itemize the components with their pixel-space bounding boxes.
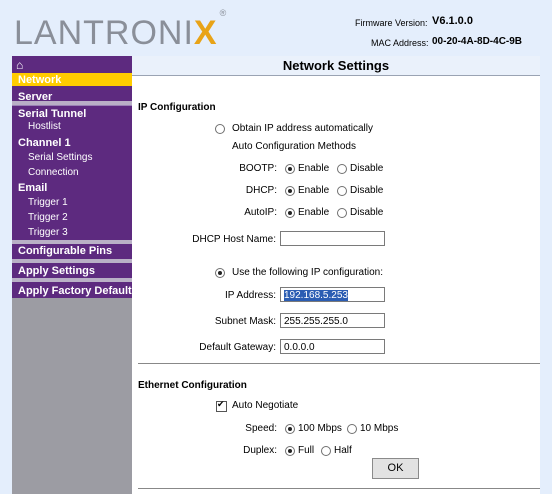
nav-item-server[interactable]: Server (18, 91, 52, 103)
nav-item-trigger3[interactable]: Trigger 3 (28, 227, 68, 239)
lantronix-logo: LANTRONIX® (14, 8, 227, 53)
mac-label: MAC Address: (371, 38, 429, 48)
nav-item-hostlist[interactable]: Hostlist (28, 121, 61, 133)
autoip-enable-radio[interactable] (285, 208, 295, 218)
main-panel: Network Settings IP Configuration Obtain… (132, 56, 540, 494)
bootp-disable-radio[interactable] (337, 164, 347, 174)
nav-item-serial-tunnel[interactable]: Serial Tunnel (18, 108, 86, 120)
bootp-disable-label: Disable (350, 163, 384, 174)
obtain-auto-radio[interactable] (215, 124, 225, 134)
logo-x: X (193, 14, 218, 52)
auto-negotiate-checkbox[interactable] (216, 399, 227, 412)
ethernet-section-heading: Ethernet Configuration (138, 380, 247, 391)
registered-mark: ® (219, 7, 228, 18)
nav-item-email[interactable]: Email (18, 182, 47, 194)
ip-section-heading: IP Configuration (138, 102, 216, 113)
speed-label: Speed: (245, 423, 277, 434)
home-icon[interactable]: ⌂ (16, 58, 23, 72)
dhcp-disable-label: Disable (350, 185, 384, 196)
nav-item-channel1[interactable]: Channel 1 (18, 137, 71, 149)
nav-item-connection[interactable]: Connection (28, 167, 79, 179)
speed-10-label: 10 Mbps (360, 423, 399, 434)
nav-item-configurable-pins[interactable]: Configurable Pins (18, 245, 112, 257)
header: LANTRONIX® Firmware Version: V6.1.0.0 MA… (0, 0, 552, 56)
auto-methods-label: Auto Configuration Methods (232, 141, 356, 152)
nav-item-trigger1[interactable]: Trigger 1 (28, 197, 68, 209)
duplex-label: Duplex: (243, 445, 277, 456)
autoip-enable-label: Enable (298, 207, 330, 218)
bootp-enable-label: Enable (298, 163, 330, 174)
auto-negotiate-label: Auto Negotiate (232, 400, 299, 411)
autoip-disable-label: Disable (350, 207, 384, 218)
duplex-half-radio[interactable] (321, 446, 331, 456)
autoip-disable-radio[interactable] (337, 208, 347, 218)
dhcp-host-input[interactable] (280, 231, 385, 246)
duplex-half-label: Half (334, 445, 352, 456)
use-following-label: Use the following IP configuration: (232, 267, 384, 278)
title-bar: Network Settings (132, 56, 540, 76)
speed-100-label: 100 Mbps (298, 423, 342, 434)
bootp-label: BOOTP: (239, 163, 277, 174)
autoip-label: AutoIP: (244, 207, 277, 218)
section-divider (138, 363, 540, 364)
firmware-value: V6.1.0.0 (432, 15, 473, 27)
section-divider (138, 488, 540, 489)
ip-address-value: 192.168.5.253 (284, 290, 348, 301)
nav-separator (12, 105, 132, 106)
nav-item-apply-settings[interactable]: Apply Settings (18, 265, 95, 277)
ip-address-input[interactable]: 192.168.5.253 (280, 287, 385, 302)
ip-address-label: IP Address: (225, 290, 276, 301)
dhcp-enable-radio[interactable] (285, 186, 295, 196)
ok-button[interactable]: OK (372, 458, 419, 479)
use-following-radio[interactable] (215, 268, 225, 278)
duplex-full-radio[interactable] (285, 446, 295, 456)
speed-10-radio[interactable] (347, 424, 357, 434)
gateway-input[interactable]: 0.0.0.0 (280, 339, 385, 354)
dhcp-disable-radio[interactable] (337, 186, 347, 196)
nav-separator (12, 259, 132, 263)
dhcp-enable-label: Enable (298, 185, 330, 196)
subnet-mask-label: Subnet Mask: (214, 316, 276, 327)
nav-item-apply-factory-defaults[interactable]: Apply Factory Defaults (18, 285, 138, 297)
speed-100-radio[interactable] (285, 424, 295, 434)
firmware-label: Firmware Version: (355, 18, 428, 28)
obtain-auto-label: Obtain IP address automatically (232, 123, 374, 134)
dhcp-label: DHCP: (245, 185, 277, 196)
subnet-mask-input[interactable]: 255.255.255.0 (280, 313, 385, 328)
nav-separator (12, 240, 132, 244)
page-title: Network Settings (282, 58, 390, 73)
bootp-enable-radio[interactable] (285, 164, 295, 174)
duplex-full-label: Full (298, 445, 315, 456)
mac-value: 00-20-4A-8D-4C-9B (432, 36, 523, 47)
nav-item-trigger2[interactable]: Trigger 2 (28, 212, 68, 224)
logo-text-part: LANTRONI (14, 14, 194, 52)
gateway-label: Default Gateway: (199, 342, 276, 353)
right-margin (540, 56, 552, 494)
dhcp-host-label: DHCP Host Name: (192, 234, 276, 245)
nav-item-network[interactable]: Network (12, 73, 132, 86)
nav-item-serial-settings[interactable]: Serial Settings (28, 152, 92, 164)
sidebar: ⌂ Network Server Serial Tunnel Hostlist … (12, 56, 138, 494)
nav-label-network: Network (18, 74, 62, 86)
